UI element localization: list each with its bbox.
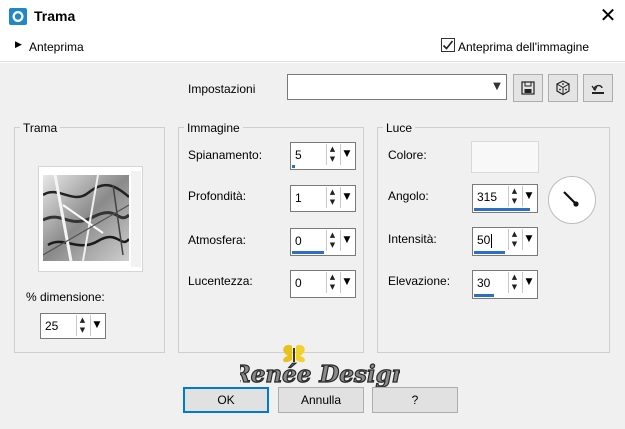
image-group-title: Immagine — [184, 121, 243, 135]
flatten-value[interactable]: 5 — [295, 148, 302, 162]
intensity-label: Intensità: — [388, 232, 437, 246]
intensity-level-bar — [474, 251, 505, 254]
spin-down-icon[interactable]: ▼ — [509, 239, 520, 249]
elevation-stepper[interactable]: ▲ ▼ — [508, 272, 520, 293]
color-label: Colore: — [388, 148, 427, 162]
spin-up-icon[interactable]: ▲ — [327, 187, 338, 197]
help-button[interactable]: ? — [372, 387, 458, 413]
light-group-title: Luce — [383, 121, 416, 135]
flatten-spinner[interactable]: 5 ▲ ▼ ▼ — [290, 142, 356, 170]
spin-down-icon[interactable]: ▼ — [509, 196, 520, 206]
spin-down-icon[interactable]: ▼ — [327, 240, 338, 250]
settings-combobox[interactable]: ▼ — [287, 74, 507, 100]
reset-button[interactable] — [583, 74, 613, 102]
flatten-label: Spianamento: — [188, 148, 263, 162]
save-preset-icon — [521, 81, 535, 95]
cancel-button[interactable]: Annulla — [278, 387, 364, 413]
preview-side-panel — [131, 171, 141, 267]
flatten-level-bar — [292, 165, 295, 168]
preview-image-label[interactable]: Anteprima dell'immagine — [458, 40, 589, 54]
spin-up-icon[interactable]: ▲ — [509, 186, 520, 196]
randomize-button[interactable] — [548, 74, 578, 102]
angle-dial-needle — [563, 191, 579, 207]
title-bar — [0, 0, 625, 32]
svg-text:Renée Design: Renée Design — [240, 361, 400, 388]
ambience-stepper[interactable]: ▲ ▼ — [326, 230, 338, 251]
angle-stepper[interactable]: ▲ ▼ — [508, 186, 520, 207]
spin-down-icon[interactable]: ▼ — [77, 325, 88, 335]
angle-dropdown-icon[interactable]: ▼ — [522, 186, 535, 207]
elevation-level-bar — [474, 294, 494, 297]
size-spinner[interactable]: 25 ▲ ▼ ▼ — [40, 313, 106, 339]
elevation-label: Elevazione: — [388, 274, 451, 288]
app-icon — [9, 8, 27, 25]
spin-up-icon[interactable]: ▲ — [327, 144, 338, 154]
angle-dial[interactable] — [548, 176, 596, 224]
chevron-down-icon[interactable]: ▼ — [490, 79, 504, 95]
depth-label: Profondità: — [188, 189, 247, 203]
elevation-spinner[interactable]: 30 ▲ ▼ ▼ — [472, 270, 538, 299]
spin-down-icon[interactable]: ▼ — [509, 282, 520, 292]
ambience-level-bar — [292, 251, 324, 254]
checkmark-icon — [442, 40, 454, 50]
size-dropdown-icon[interactable]: ▼ — [90, 315, 103, 336]
ambience-dropdown-icon[interactable]: ▼ — [340, 230, 353, 251]
spin-down-icon[interactable]: ▼ — [327, 197, 338, 207]
size-value[interactable]: 25 — [45, 319, 58, 333]
ambience-spinner[interactable]: 0 ▲ ▼ ▼ — [290, 228, 356, 256]
texture-group-title: Trama — [20, 121, 61, 135]
angle-spinner[interactable]: 315 ▲ ▼ ▼ — [472, 184, 538, 213]
expand-arrow-icon[interactable]: ▶ — [15, 40, 22, 50]
spin-up-icon[interactable]: ▲ — [327, 272, 338, 282]
preview-toggle[interactable]: Anteprima — [29, 40, 84, 54]
text-caret — [491, 234, 492, 248]
flatten-stepper[interactable]: ▲ ▼ — [326, 144, 338, 165]
ambience-label: Atmosfera: — [188, 233, 247, 247]
spin-down-icon[interactable]: ▼ — [327, 154, 338, 164]
texture-preview-image — [43, 175, 129, 261]
depth-value[interactable]: 1 — [295, 191, 302, 205]
shininess-label: Lucentezza: — [188, 274, 253, 288]
size-label: % dimensione: — [26, 290, 105, 304]
spin-down-icon[interactable]: ▼ — [327, 282, 338, 292]
preview-image-checkbox[interactable] — [441, 38, 455, 52]
ambience-value[interactable]: 0 — [295, 234, 302, 248]
elevation-dropdown-icon[interactable]: ▼ — [522, 272, 535, 293]
spin-up-icon[interactable]: ▲ — [77, 315, 88, 325]
randomize-dice-icon — [556, 80, 570, 96]
depth-spinner[interactable]: 1 ▲ ▼ ▼ — [290, 185, 356, 212]
spin-up-icon[interactable]: ▲ — [327, 230, 338, 240]
spin-up-icon[interactable]: ▲ — [509, 272, 520, 282]
shininess-value[interactable]: 0 — [295, 276, 302, 290]
angle-value[interactable]: 315 — [477, 190, 497, 204]
settings-label: Impostazioni — [188, 82, 256, 96]
spin-up-icon[interactable]: ▲ — [509, 229, 520, 239]
intensity-value[interactable]: 50 — [477, 233, 490, 247]
depth-dropdown-icon[interactable]: ▼ — [340, 187, 353, 208]
texture-preview — [38, 166, 143, 272]
depth-stepper[interactable]: ▲ ▼ — [326, 187, 338, 208]
reset-icon — [591, 84, 604, 94]
flatten-dropdown-icon[interactable]: ▼ — [340, 144, 353, 165]
window-title: Trama — [34, 8, 76, 24]
shininess-dropdown-icon[interactable]: ▼ — [340, 272, 353, 293]
angle-level-bar — [474, 208, 530, 211]
shininess-stepper[interactable]: ▲ ▼ — [326, 272, 338, 293]
elevation-value[interactable]: 30 — [477, 276, 490, 290]
size-stepper[interactable]: ▲ ▼ — [76, 315, 88, 336]
intensity-dropdown-icon[interactable]: ▼ — [522, 229, 535, 250]
shininess-spinner[interactable]: 0 ▲ ▼ ▼ — [290, 270, 356, 298]
ok-button[interactable]: OK — [183, 387, 269, 413]
light-color-swatch[interactable] — [471, 141, 539, 173]
close-icon[interactable]: ✕ — [597, 4, 619, 26]
angle-label: Angolo: — [388, 189, 429, 203]
intensity-spinner[interactable]: 50 ▲ ▼ ▼ — [472, 227, 538, 256]
save-preset-button[interactable] — [513, 74, 543, 102]
renee-design-watermark: Renée Design — [240, 344, 400, 389]
intensity-stepper[interactable]: ▲ ▼ — [508, 229, 520, 250]
